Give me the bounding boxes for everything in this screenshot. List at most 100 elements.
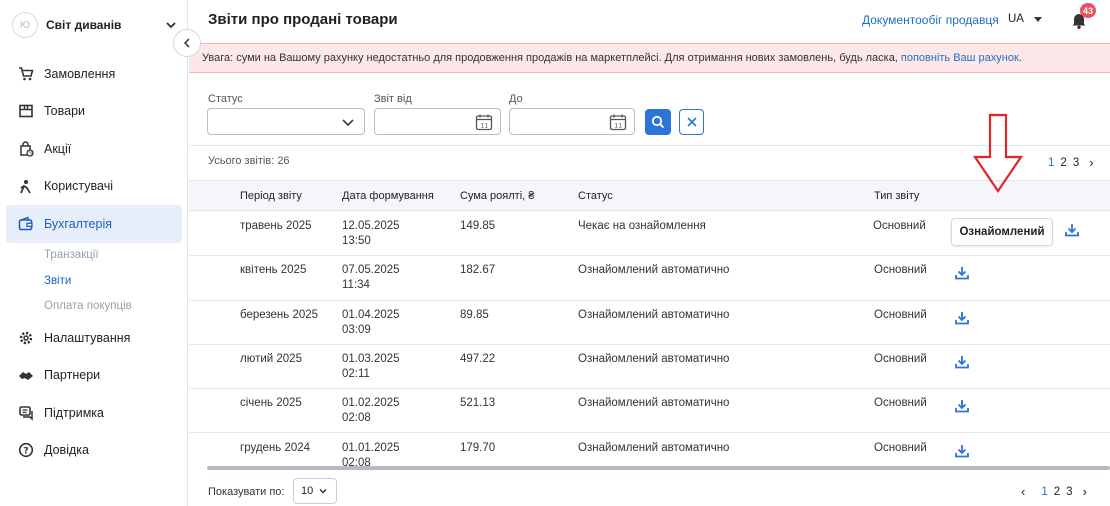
sidebar-item-help[interactable]: ? Довідка	[0, 432, 188, 470]
sidebar-item-products[interactable]: Товари	[0, 93, 188, 131]
cell-date: 01.03.2025 02:11	[342, 352, 400, 382]
collapse-sidebar-button[interactable]	[173, 29, 201, 57]
page-3-link[interactable]: 3	[1073, 157, 1079, 169]
cell-period: січень 2025	[240, 397, 302, 410]
download-icon[interactable]	[954, 265, 970, 281]
acknowledge-button[interactable]: Ознайомлений	[951, 218, 1053, 246]
sidebar-item-orders[interactable]: Замовлення	[0, 55, 188, 93]
subnav-item-reports[interactable]: Звіти	[44, 268, 188, 294]
page-1-link[interactable]: 1	[1048, 157, 1054, 169]
cell-date: 12.05.2025 13:50	[342, 219, 400, 249]
cell-date-value: 01.03.2025	[342, 352, 400, 365]
cell-period: травень 2025	[240, 220, 312, 232]
users-icon	[20, 180, 31, 194]
sidebar-item-promotions[interactable]: % Акції	[0, 130, 188, 168]
chevron-down-icon	[342, 119, 354, 127]
sidebar-item-label: Акції	[44, 141, 72, 156]
table-row: травень 2025 12.05.2025 13:50 149.85 Чека…	[189, 212, 1110, 257]
sidebar-item-accounting[interactable]: Бухгалтерія	[6, 205, 182, 243]
sidebar-item-support[interactable]: Підтримка	[0, 394, 188, 432]
annotation-arrow-down-icon	[972, 113, 1024, 193]
chevron-down-icon	[166, 22, 176, 29]
date-to-input[interactable]: 11	[509, 108, 635, 135]
next-page-icon[interactable]: ›	[1083, 484, 1087, 499]
page-3-link[interactable]: 3	[1066, 486, 1072, 498]
cell-date: 07.05.2025 11:34	[342, 263, 400, 293]
cell-type: Основний	[874, 441, 927, 454]
low-balance-alert: Увага: суми на Вашому рахунку недостатнь…	[189, 43, 1110, 73]
horizontal-scrollbar[interactable]	[207, 466, 1110, 470]
cell-time-value: 03:09	[342, 323, 371, 336]
cell-date-value: 01.02.2025	[342, 397, 400, 410]
table-row: березень 2025 01.04.2025 03:09 89.85 Озна…	[189, 301, 1110, 345]
date-from-input[interactable]: 11	[374, 108, 501, 135]
cell-time-value: 11:34	[342, 279, 370, 292]
chevron-down-icon	[319, 488, 327, 494]
cell-type: Основний	[874, 264, 927, 277]
sidebar-item-settings[interactable]: Налаштування	[0, 319, 188, 357]
subnav-item-transactions[interactable]: Транзакції	[44, 243, 188, 269]
search-button[interactable]	[645, 109, 671, 135]
sidebar-item-label: Підтримка	[44, 405, 105, 420]
caret-down-icon	[1033, 16, 1042, 22]
calendar-icon: 11	[609, 114, 627, 131]
download-icon[interactable]	[1064, 222, 1080, 238]
sidebar-nav: Замовлення Товари % Акції Користувачі Бу…	[0, 55, 188, 469]
column-header-date[interactable]: Дата формування	[342, 190, 434, 202]
help-icon: ?	[18, 443, 34, 458]
date-to-label: До	[509, 93, 523, 105]
cell-status: Чекає на ознайомлення	[578, 220, 706, 232]
wallet-icon	[18, 216, 33, 231]
top-up-account-link[interactable]: поповніть Ваш рахунок	[901, 52, 1019, 64]
download-icon[interactable]	[954, 354, 970, 370]
app-root: Ю Світ диванів Замовлення Товари % Акції…	[0, 0, 1110, 506]
prev-page-icon[interactable]: ‹	[1021, 484, 1025, 499]
table-row: січень 2025 01.02.2025 02:08 521.13 Ознай…	[189, 389, 1110, 434]
sidebar-item-label: Партнери	[44, 368, 101, 383]
download-icon[interactable]	[954, 310, 970, 326]
page-1-link[interactable]: 1	[1041, 486, 1047, 498]
main-content: Звіти про продані товари Документообіг п…	[189, 0, 1110, 506]
next-page-icon[interactable]: ›	[1089, 155, 1093, 170]
calendar-icon: 11	[475, 114, 493, 131]
sidebar-item-label: Товари	[44, 104, 85, 119]
page-title: Звіти про продані товари	[208, 11, 398, 28]
table-row: лютий 2025 01.03.2025 02:11 497.22 Ознайо…	[189, 345, 1110, 390]
download-icon[interactable]	[954, 398, 970, 414]
sidebar-item-users[interactable]: Користувачі	[0, 168, 188, 206]
cell-status: Ознайомлений автоматично	[578, 352, 730, 365]
notification-badge: 43	[1080, 3, 1097, 18]
page-2-link[interactable]: 2	[1054, 486, 1060, 498]
chevron-left-icon	[183, 38, 190, 48]
column-header-sum[interactable]: Сума роялті, ₴	[460, 190, 534, 202]
cart-icon	[19, 66, 34, 81]
subnav-item-customer-payments[interactable]: Оплата покупців	[44, 294, 188, 320]
cell-status: Ознайомлений автоматично	[578, 264, 730, 277]
language-select[interactable]: UA	[1008, 13, 1042, 25]
column-header-type[interactable]: Тип звіту	[874, 190, 919, 202]
status-select[interactable]	[207, 108, 365, 135]
download-icon[interactable]	[954, 443, 970, 459]
cell-period: лютий 2025	[240, 352, 302, 365]
sidebar-item-label: Користувачі	[44, 179, 114, 194]
svg-text:11: 11	[480, 122, 488, 129]
shop-switcher[interactable]: Ю Світ диванів	[12, 10, 178, 40]
search-icon	[651, 115, 665, 129]
cell-time-value: 13:50	[342, 235, 371, 247]
cell-date: 01.02.2025 02:08	[342, 396, 400, 426]
column-header-status[interactable]: Статус	[578, 190, 613, 202]
seller-documents-link[interactable]: Документообіг продавця	[862, 13, 999, 27]
svg-text:11: 11	[614, 122, 622, 129]
cell-date-value: 01.04.2025	[342, 308, 400, 321]
pagination-bottom: ‹ 1 2 3 ›	[1015, 484, 1087, 499]
cell-date-value: 07.05.2025	[342, 264, 400, 277]
column-header-period[interactable]: Період звіту	[240, 190, 302, 202]
clear-filters-button[interactable]	[679, 109, 704, 135]
per-page-select[interactable]: 10	[293, 478, 337, 504]
cell-time-value: 02:08	[342, 412, 371, 425]
cell-period: квітень 2025	[240, 264, 307, 277]
sidebar-item-partners[interactable]: Партнери	[0, 357, 188, 395]
page-2-link[interactable]: 2	[1060, 157, 1066, 169]
accounting-subnav: Транзакції Звіти Оплата покупців	[0, 243, 188, 320]
cell-sum: 521.13	[460, 397, 496, 410]
